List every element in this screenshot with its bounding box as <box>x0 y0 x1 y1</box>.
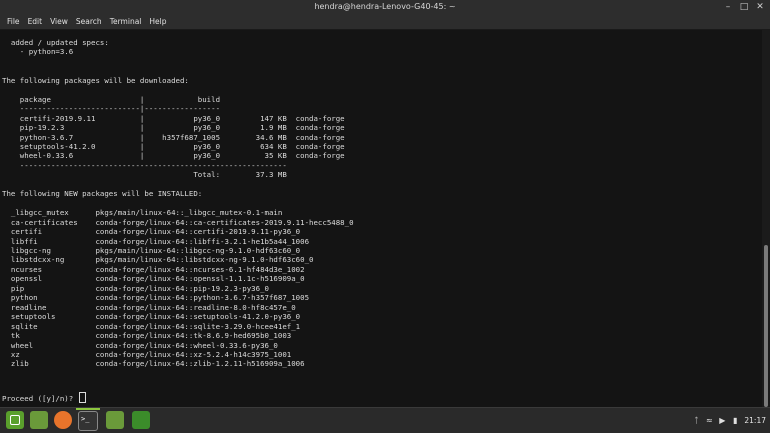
terminal-text: added / updated specs: - python=3.6 The … <box>0 30 762 369</box>
terminal-line: libffi conda-forge/linux-64::libffi-3.2.… <box>2 236 310 246</box>
window-controls: – □ ✕ <box>722 1 766 13</box>
terminal-line: setuptools conda-forge/linux-64::setupto… <box>2 312 301 322</box>
menu-view[interactable]: View <box>46 14 72 29</box>
terminal-output[interactable]: added / updated specs: - python=3.6 The … <box>0 30 762 407</box>
terminal-scrollbar[interactable] <box>762 30 770 407</box>
clock[interactable]: 21:17 <box>744 416 766 425</box>
terminal-line: ncurses conda-forge/linux-64::ncurses-6.… <box>2 264 305 274</box>
files-icon[interactable] <box>106 411 124 429</box>
text-cursor <box>78 392 86 403</box>
terminal-line: libstdcxx-ng pkgs/main/linux-64::libstdc… <box>2 255 314 265</box>
window-title: hendra@hendra-Lenovo-G40-45: ~ <box>314 2 456 11</box>
terminal-line: The following packages will be downloade… <box>2 75 189 85</box>
terminal-line: ----------------------------------------… <box>2 160 287 170</box>
firefox-icon[interactable] <box>54 411 72 429</box>
terminal-line: certifi conda-forge/linux-64::certifi-20… <box>2 227 301 237</box>
terminal-line: readline conda-forge/linux-64::readline-… <box>2 302 296 312</box>
terminal-icon[interactable] <box>78 411 98 431</box>
menu-search[interactable]: Search <box>72 14 106 29</box>
terminal-line: Total: 37.3 MB <box>2 170 287 180</box>
terminal-line: setuptools-41.2.0 | py36_0 634 KB conda-… <box>2 141 345 151</box>
terminal-line: sqlite conda-forge/linux-64::sqlite-3.29… <box>2 321 301 331</box>
terminal-line: The following NEW packages will be INSTA… <box>2 189 203 199</box>
menu-icon[interactable] <box>6 411 24 429</box>
terminal-line: - python=3.6 <box>2 47 74 57</box>
close-icon[interactable]: ✕ <box>754 1 766 13</box>
minimize-icon[interactable]: – <box>722 1 734 13</box>
taskbar: ᛏ ≈ ▶ ▮ 21:17 <box>0 407 770 433</box>
maximize-icon[interactable]: □ <box>738 1 750 13</box>
terminal-window: hendra@hendra-Lenovo-G40-45: ~ – □ ✕ Fil… <box>0 0 770 407</box>
wifi-icon[interactable]: ≈ <box>705 416 713 426</box>
terminal-line: wheel-0.33.6 | py36_0 35 KB conda-forge <box>2 151 345 161</box>
terminal-prompt[interactable]: Proceed ([y]/n)? <box>2 392 86 403</box>
terminal-line: openssl conda-forge/linux-64::openssl-1.… <box>2 274 305 284</box>
terminal-line: wheel conda-forge/linux-64::wheel-0.33.6… <box>2 340 278 350</box>
terminal-line: ca-certificates conda-forge/linux-64::ca… <box>2 217 354 227</box>
terminal-line: pip-19.2.3 | py36_0 1.9 MB conda-forge <box>2 123 345 133</box>
terminal-line: libgcc-ng pkgs/main/linux-64::libgcc-ng-… <box>2 245 301 255</box>
battery-icon[interactable]: ▮ <box>731 416 739 426</box>
terminal-line: python conda-forge/linux-64::python-3.6.… <box>2 293 310 303</box>
terminal-line: _libgcc_mutex pkgs/main/linux-64::_libgc… <box>2 208 283 218</box>
menu-file[interactable]: File <box>3 14 24 29</box>
terminal-line: python-3.6.7 | h357f687_1005 34.6 MB con… <box>2 132 345 142</box>
window-titlebar[interactable]: hendra@hendra-Lenovo-G40-45: ~ – □ ✕ <box>0 0 770 14</box>
prompt-text: Proceed ([y]/n)? <box>2 394 78 403</box>
mint-icon[interactable] <box>132 411 150 429</box>
scrollbar-thumb[interactable] <box>764 245 768 407</box>
terminal-line: tk conda-forge/linux-64::tk-8.6.9-hed695… <box>2 331 292 341</box>
menu-edit[interactable]: Edit <box>24 14 47 29</box>
terminal-line: zlib conda-forge/linux-64::zlib-1.2.11-h… <box>2 359 305 369</box>
terminal-line: certifi-2019.9.11 | py36_0 147 KB conda-… <box>2 113 345 123</box>
terminal-line: package | build <box>2 94 221 104</box>
menu-terminal[interactable]: Terminal <box>106 14 146 29</box>
menu-help[interactable]: Help <box>145 14 170 29</box>
terminal-line: ---------------------------|------------… <box>2 104 221 114</box>
terminal-line: pip conda-forge/linux-64::pip-19.2.3-py3… <box>2 283 269 293</box>
volume-icon[interactable]: ▶ <box>718 416 726 426</box>
files-icon[interactable] <box>30 411 48 429</box>
terminal-line: xz conda-forge/linux-64::xz-5.2.4-h14c39… <box>2 349 292 359</box>
menu-bar: File Edit View Search Terminal Help <box>0 14 770 30</box>
system-tray: ᛏ ≈ ▶ ▮ 21:17 <box>692 408 766 433</box>
active-window-indicator <box>76 408 100 410</box>
terminal-line: added / updated specs: <box>2 38 109 47</box>
bluetooth-icon[interactable]: ᛏ <box>692 416 700 426</box>
